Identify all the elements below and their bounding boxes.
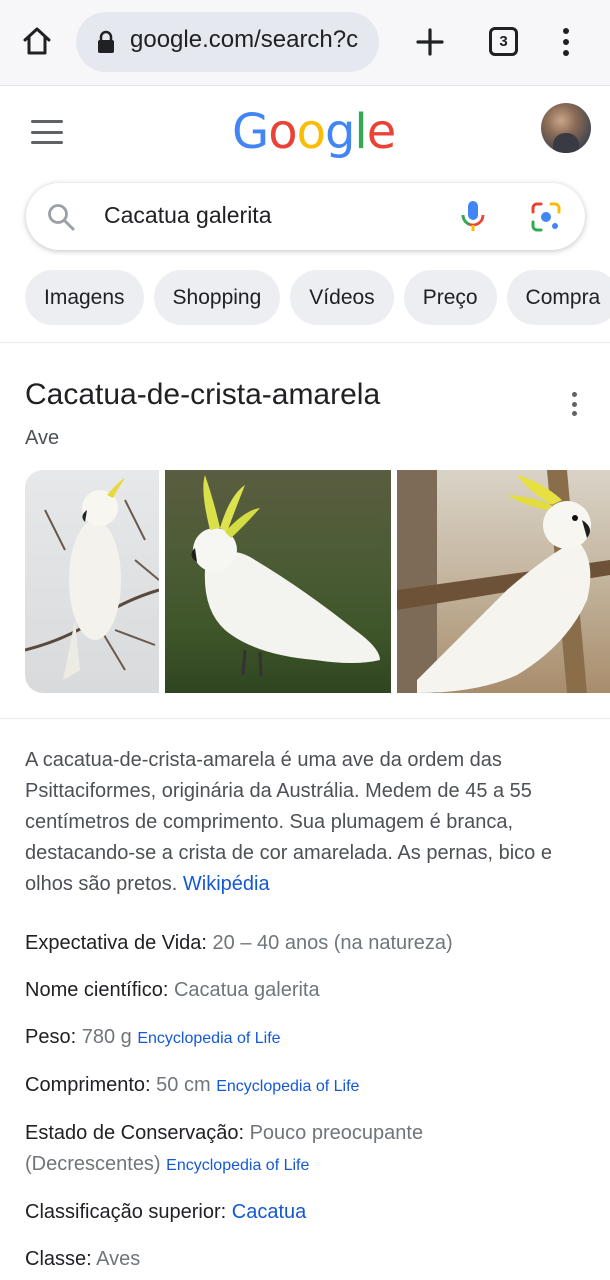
filter-chips: Imagens Shopping Vídeos Preço Compra (25, 270, 610, 325)
hamburger-line (31, 130, 63, 134)
tab-count: 3 (499, 33, 508, 50)
home-icon (23, 27, 51, 55)
plus-icon (416, 28, 444, 56)
fact-value: 780 g (81, 1026, 132, 1048)
lock-icon (98, 30, 114, 53)
cockatoo-photo (397, 470, 610, 693)
chip-preco[interactable]: Preço (403, 270, 497, 325)
fact-comprimento: Comprimento: 50 cm Encyclopedia of Life (25, 1070, 359, 1102)
bird-image-3[interactable] (397, 470, 610, 693)
search-input[interactable] (104, 202, 404, 229)
source-link[interactable]: Encyclopedia of Life (166, 1157, 309, 1174)
hamburger-line (31, 120, 63, 123)
more-dot-icon (571, 392, 577, 397)
fact-value: (Decrescentes) (25, 1153, 161, 1175)
browser-menu-button[interactable] (553, 24, 579, 60)
microphone-icon[interactable] (458, 198, 488, 234)
chip-shopping[interactable]: Shopping (153, 270, 281, 325)
fact-label: Comprimento: (25, 1074, 151, 1096)
search-icon[interactable] (46, 202, 76, 232)
fact-estado-de-conservacao-line2: (Decrescentes) Encyclopedia of Life (25, 1149, 309, 1181)
fact-value: 20 – 40 anos (na natureza) (212, 932, 453, 954)
fact-peso: Peso: 780 g Encyclopedia of Life (25, 1022, 281, 1054)
source-link[interactable]: Encyclopedia of Life (216, 1078, 359, 1095)
description-text: A cacatua-de-crista-amarela é uma ave da… (25, 749, 552, 895)
menu-dot-icon (563, 28, 569, 34)
home-button[interactable] (18, 22, 56, 60)
bird-image-2[interactable] (165, 470, 391, 693)
fact-nome-cientifico: Nome científico: Cacatua galerita (25, 975, 320, 1006)
fact-label: Nome científico: (25, 979, 169, 1001)
fact-estado-de-conservacao: Estado de Conservação: Pouco preocupante (25, 1118, 423, 1149)
panel-title: Cacatua-de-crista-amarela (25, 378, 381, 411)
bird-image-1[interactable] (25, 470, 159, 693)
fact-label: Peso: (25, 1026, 77, 1048)
google-lens-icon[interactable] (530, 201, 562, 233)
divider (0, 342, 610, 343)
menu-dot-icon (563, 39, 569, 45)
fact-label: Estado de Conservação: (25, 1122, 245, 1144)
fact-label: Expectativa de Vida: (25, 932, 207, 954)
fact-value: 50 cm (156, 1074, 211, 1096)
tab-switcher-button[interactable]: 3 (489, 27, 518, 56)
panel-more-button[interactable] (565, 392, 583, 416)
more-dot-icon (571, 411, 577, 416)
main-menu-button[interactable] (31, 120, 63, 144)
fact-value-link[interactable]: Cacatua (232, 1201, 307, 1223)
cockatoo-photo (25, 478, 159, 680)
search-box (26, 183, 585, 250)
panel-description: A cacatua-de-crista-amarela é uma ave da… (25, 745, 587, 900)
fact-value: Cacatua galerita (173, 979, 320, 1001)
chip-imagens[interactable]: Imagens (25, 270, 144, 325)
hamburger-line (31, 141, 63, 144)
cockatoo-photo (191, 475, 380, 677)
avatar[interactable] (541, 103, 591, 153)
wikipedia-link[interactable]: Wikipédia (183, 873, 270, 895)
new-tab-button[interactable] (410, 22, 450, 62)
source-link[interactable]: Encyclopedia of Life (137, 1030, 280, 1047)
url-text: google.com/search?c (130, 26, 359, 53)
chip-videos[interactable]: Vídeos (290, 270, 394, 325)
menu-dot-icon (563, 50, 569, 56)
fact-expectativa-de-vida: Expectativa de Vida: 20 – 40 anos (na na… (25, 928, 453, 959)
fact-label: Classificação superior: (25, 1201, 227, 1223)
divider (0, 718, 610, 719)
panel-subtitle: Ave (25, 427, 60, 449)
more-dot-icon (571, 401, 577, 407)
fact-value: Pouco preocupante (249, 1122, 424, 1144)
fact-classe: Classe: Aves (25, 1244, 140, 1275)
browser-toolbar: google.com/search?c 3 (0, 0, 610, 86)
google-logo[interactable]: Google (232, 104, 396, 160)
address-bar[interactable]: google.com/search?c (76, 12, 379, 72)
fact-value: Aves (96, 1248, 141, 1270)
chip-compra[interactable]: Compra (506, 270, 610, 325)
fact-label: Classe: (25, 1248, 92, 1270)
fact-classificacao-superior: Classificação superior: Cacatua (25, 1197, 306, 1228)
